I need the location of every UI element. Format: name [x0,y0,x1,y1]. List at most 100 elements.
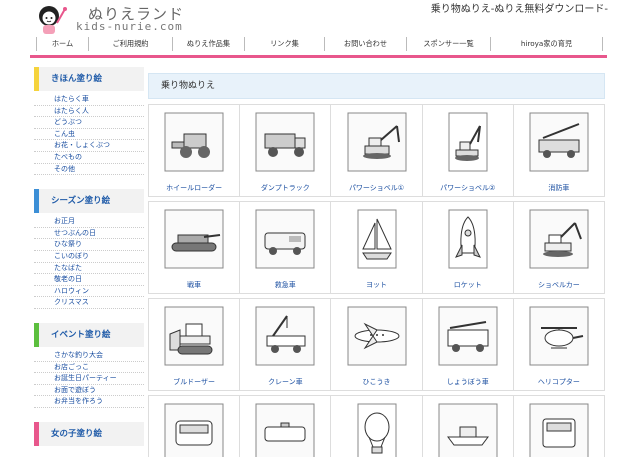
coloring-card[interactable]: ブルドーザー [149,299,241,390]
sidebar-item[interactable]: お花・しょくぶつ [34,140,144,152]
coloring-card[interactable]: 救急車 [240,202,332,293]
ship-icon[interactable] [438,403,498,457]
sidebar-item[interactable]: ハロウィン [34,286,144,298]
sidebar-item[interactable]: お店ごっこ [34,362,144,374]
coloring-card[interactable]: 消防車 [514,105,604,196]
bulldozer-icon[interactable] [164,306,224,366]
balloon-icon[interactable] [357,403,397,457]
sidebar-heading: 女の子塗り絵 [34,421,144,446]
fire-truck-icon[interactable] [529,112,589,172]
sidebar-item[interactable]: さかな釣り大会 [34,350,144,362]
helicopter-icon[interactable] [529,306,589,366]
ambulance-icon[interactable] [255,209,315,269]
coloring-card-label[interactable]: パワーショベル② [423,183,513,193]
coloring-card[interactable] [240,396,332,457]
wheel-loader-icon[interactable] [164,112,224,172]
coloring-card-label[interactable]: ホイールローダー [149,183,239,193]
site-header: ぬりえランド kids-nurie.com 乗り物ぬりえ-ぬりえ無料ダウンロード… [0,0,640,58]
nav-parenting-blog[interactable]: hiroya家の育児 [490,37,603,51]
header-divider [30,55,607,58]
sidebar-item[interactable]: こいのぼり [34,251,144,263]
coloring-card-label[interactable]: 消防車 [514,183,604,193]
rocket-icon[interactable] [448,209,488,269]
bus-icon[interactable] [164,403,224,457]
coloring-card-label[interactable]: クレーン車 [240,377,330,387]
coloring-card[interactable]: クレーン車 [240,299,332,390]
nav-terms[interactable]: ご利用規約 [88,37,172,51]
coloring-card[interactable]: ヨット [331,202,423,293]
airplane-icon[interactable] [347,306,407,366]
coloring-card[interactable] [149,396,241,457]
train-icon[interactable] [529,403,589,457]
power-shovel-icon[interactable] [347,112,407,172]
coloring-card-label[interactable]: 戦車 [149,280,239,290]
nav-home[interactable]: ホーム [36,37,88,51]
site-logo-domain[interactable]: kids-nurie.com [76,20,183,33]
coloring-card[interactable]: パワーショベル① [331,105,423,196]
coloring-row [148,395,605,457]
logo-girl-icon[interactable] [35,3,69,37]
coloring-card[interactable]: パワーショベル② [423,105,514,196]
coloring-card[interactable] [423,396,514,457]
coloring-card-label[interactable]: ロケット [423,280,513,290]
fire-engine-icon[interactable] [438,306,498,366]
coloring-card[interactable] [514,396,604,457]
coloring-row: ブルドーザー クレーン車 ひこうき しょうぼう車 ヘリコプター [148,298,605,391]
sidebar: きほん塗り絵 はたらく車 はたらく人 どうぶつ こん虫 お花・しょくぶつ たべも… [34,67,144,457]
coloring-card-label[interactable]: ショベルカー [514,280,604,290]
coloring-card-label[interactable]: ダンプトラック [240,183,330,193]
coloring-card[interactable]: 戦車 [149,202,241,293]
sidebar-item[interactable]: たべもの [34,152,144,164]
sidebar-item[interactable]: はたらく車 [34,94,144,106]
nav-gallery[interactable]: ぬりえ作品集 [172,37,244,51]
sidebar-section-season: シーズン塗り絵 お正月 せつぶんの日 ひな祭り こいのぼり たなばた 敬老の日 … [34,189,144,309]
sidebar-item[interactable]: どうぶつ [34,117,144,129]
coloring-card-label[interactable]: ひこうき [331,377,421,387]
coloring-card[interactable]: ショベルカー [514,202,604,293]
sidebar-item[interactable]: 敬老の日 [34,274,144,286]
coloring-card[interactable]: しょうぼう車 [423,299,514,390]
sidebar-item[interactable]: こん虫 [34,129,144,141]
sidebar-heading: シーズン塗り絵 [34,189,144,214]
coloring-card-label[interactable]: パワーショベル① [331,183,421,193]
page-title: 乗り物ぬりえ [148,73,605,99]
coloring-card-label[interactable]: しょうぼう車 [423,377,513,387]
sidebar-section-girls: 女の子塗り絵 [34,421,144,446]
excavator-icon[interactable] [529,209,589,269]
coloring-card[interactable]: ダンプトラック [240,105,332,196]
coloring-card[interactable]: ホイールローダー [149,105,241,196]
nav-contact[interactable]: お問い合わせ [324,37,406,51]
sidebar-item[interactable]: お誕生日パーティー [34,373,144,385]
coloring-card[interactable] [331,396,423,457]
coloring-card[interactable]: ロケット [423,202,514,293]
sidebar-item[interactable]: せつぶんの日 [34,228,144,240]
coloring-card-label[interactable]: 救急車 [240,280,330,290]
coloring-card-label[interactable]: ヘリコプター [514,377,604,387]
sidebar-item[interactable]: たなばた [34,263,144,275]
coloring-card-label[interactable]: ブルドーザー [149,377,239,387]
yacht-icon[interactable] [357,209,397,269]
crane-truck-icon[interactable] [255,306,315,366]
sidebar-item[interactable]: その他 [34,164,144,176]
tank-icon[interactable] [164,209,224,269]
coloring-row: 戦車 救急車 ヨット ロケット ショベルカー [148,201,605,294]
sidebar-item[interactable]: ひな祭り [34,239,144,251]
main-nav: ホーム ご利用規約 ぬりえ作品集 リンク集 お問い合わせ スポンサー一覧 hir… [36,37,604,51]
police-car-icon[interactable] [255,403,315,457]
sidebar-section-basic: きほん塗り絵 はたらく車 はたらく人 どうぶつ こん虫 お花・しょくぶつ たべも… [34,67,144,176]
dump-truck-icon[interactable] [255,112,315,172]
sidebar-item[interactable]: お正月 [34,216,144,228]
sidebar-section-event: イベント塗り絵 さかな釣り大会 お店ごっこ お誕生日パーティー お面で遊ぼう お… [34,322,144,408]
sidebar-item[interactable]: クリスマス [34,297,144,309]
power-shovel-tall-icon[interactable] [448,112,488,172]
sidebar-item[interactable]: お弁当を作ろう [34,396,144,408]
sidebar-item[interactable]: はたらく人 [34,106,144,118]
nav-sponsors[interactable]: スポンサー一覧 [406,37,490,51]
nav-links[interactable]: リンク集 [244,37,324,51]
sidebar-heading: イベント塗り絵 [34,322,144,347]
coloring-card[interactable]: ひこうき [331,299,423,390]
sidebar-item[interactable]: お面で遊ぼう [34,385,144,397]
coloring-card[interactable]: ヘリコプター [514,299,604,390]
coloring-card-label[interactable]: ヨット [331,280,421,290]
coloring-row: ホイールローダー ダンプトラック パワーショベル① パワーショベル② 消防車 [148,104,605,197]
